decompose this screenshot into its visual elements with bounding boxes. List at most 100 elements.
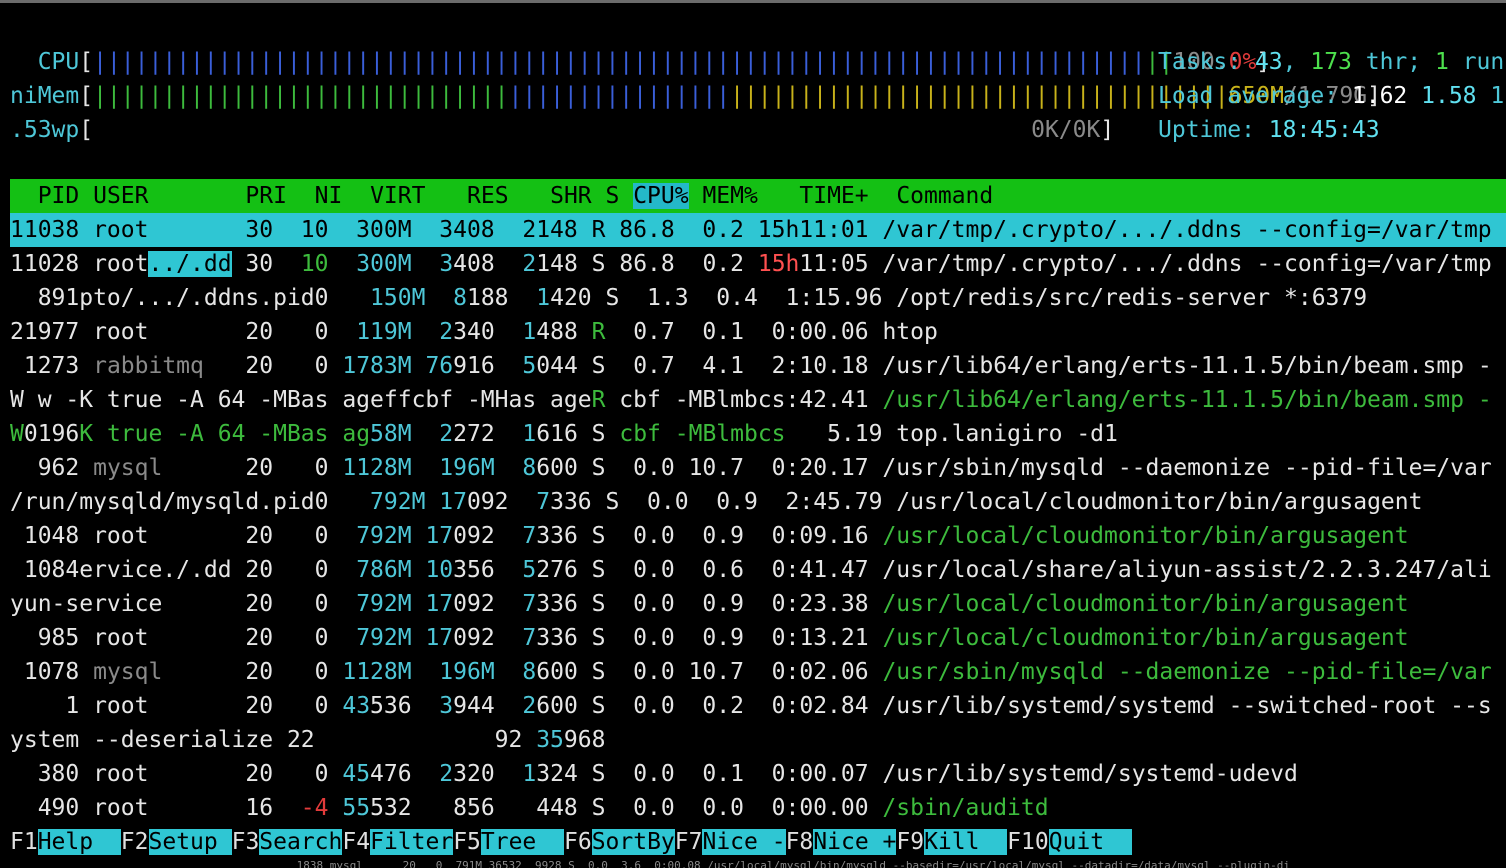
row-cell-text: 188	[466, 285, 537, 311]
fkey-label-f8[interactable]: Nice +	[813, 829, 897, 855]
row-cell-text: 420 S 1.3 0.4 1:15.96 /opt/redis/src/red…	[550, 285, 1368, 311]
row-cell-text: 8	[453, 285, 467, 311]
fkey-label-f9[interactable]: Kill	[924, 829, 1008, 855]
process-row[interactable]: yun-service 20 0 792M 17092 7336 S 0.0 0…	[10, 587, 1409, 621]
row-cell-text: 916	[453, 353, 523, 379]
process-row[interactable]: 11028 root../.dd 30 10 300M 3408 2148 S …	[10, 247, 1492, 281]
row-cell-text: 0.7 0.1 0:00.06 htop	[605, 319, 938, 345]
process-row[interactable]: 985 root 20 0 792M 17092 7336 S 0.0 0.9 …	[10, 621, 1409, 655]
fkey-label-f6[interactable]: SortBy	[591, 829, 675, 855]
fkey-label-f3[interactable]: Search	[259, 829, 343, 855]
process-row[interactable]: W0196K true -A 64 -MBas ag58M 2272 1616 …	[10, 417, 1118, 451]
row-cell-text: 21977 root 20 0	[10, 319, 357, 345]
fkey-f4[interactable]: F4	[342, 829, 371, 855]
row-cell-text: W w -K true -A 64 -MBas ageffcbf -MHas a…	[10, 387, 592, 413]
row-cell-text: 20 0	[162, 659, 343, 685]
col-pid[interactable]: PID	[10, 183, 80, 209]
col-cpu-sorted[interactable]: CPU%	[633, 183, 689, 209]
fkey-label-f7[interactable]: Nice -	[702, 829, 786, 855]
row-cell-text: 58M	[370, 421, 440, 447]
col-shr[interactable]: SHR	[509, 183, 592, 209]
col-pri[interactable]: PRI	[218, 183, 287, 209]
row-cell-text: 380 root 20 0	[10, 761, 343, 787]
mem-bar-cache: ||||||||||||||||||||||||||||||||||||	[730, 83, 1229, 109]
load-label: Load average:	[1158, 83, 1352, 109]
fkey-f1[interactable]: F1	[10, 829, 38, 855]
row-cell-text: 786M	[356, 557, 426, 583]
row-cell-text: 7	[522, 625, 537, 651]
fkey-f8[interactable]: F8	[785, 829, 814, 855]
row-cell-text: 7	[522, 523, 537, 549]
fkey-f6[interactable]: F6	[563, 829, 592, 855]
col-user[interactable]: USER	[79, 183, 217, 209]
fkey-f5[interactable]: F5	[453, 829, 481, 855]
row-cell-text: 1128M	[342, 659, 440, 685]
row-cell-text: /sbin/auditd	[882, 795, 1049, 821]
process-table-header[interactable]: PID USER PRI NI VIRT RES SHR S CPU% MEM%…	[10, 179, 1506, 213]
col-command[interactable]: Command	[882, 183, 993, 209]
row-cell-text: 196M	[439, 455, 523, 481]
row-cell-text: 792M	[356, 523, 426, 549]
col-ni[interactable]: NI	[287, 183, 343, 209]
row-cell-text: 1048 root 20 0	[10, 523, 357, 549]
process-row[interactable]: 21977 root 20 0 119M 2340 1488 R 0.7 0.1…	[10, 315, 938, 349]
process-row[interactable]: 1 root 20 0 43536 3944 2600 S 0.0 0.2 0:…	[10, 689, 1491, 723]
tasks-count: 43	[1254, 49, 1283, 75]
col-res[interactable]: RES	[425, 183, 509, 209]
row-cell-text: 092	[466, 489, 537, 515]
fkey-label-f1[interactable]: Help	[37, 829, 121, 855]
fkey-label-f5[interactable]: Tree	[480, 829, 564, 855]
row-cell-text: 20 0	[162, 455, 343, 481]
uptime: Uptime: 18:45:43	[1158, 113, 1380, 147]
fkey-f10[interactable]: F10	[1007, 829, 1049, 855]
row-cell-text: 044 S 0.7 4.1 2:10.18 /usr/lib64/erlang/…	[536, 353, 1492, 379]
row-cell-text: 20 0	[203, 353, 343, 379]
row-cell-text: 962	[10, 455, 94, 481]
row-cell-text: 600 S 0.0 10.7 0:20.17 /usr/sbin/mysqld …	[536, 455, 1492, 481]
mem-bar-used: ||||||||||||||||||||||||||||||	[93, 83, 509, 109]
fkey-label-f2[interactable]: Setup	[148, 829, 232, 855]
row-cell-text: 985 root 20 0	[10, 625, 357, 651]
fkey-f3[interactable]: F3	[231, 829, 260, 855]
row-cell-text: /usr/local/cloudmonitor/bin/argusagent	[882, 625, 1409, 651]
process-row[interactable]: ystem --deserialize 22 92 35968	[10, 723, 605, 757]
fkey-f7[interactable]: F7	[674, 829, 703, 855]
process-row[interactable]: 962 mysql 20 0 1128M 196M 8600 S 0.0 10.…	[10, 451, 1492, 485]
row-cell-text: 11028 root	[10, 251, 149, 277]
process-row[interactable]: 1078 mysql 20 0 1128M 196M 8600 S 0.0 10…	[10, 655, 1492, 689]
process-row[interactable]: W w -K true -A 64 -MBas ageffcbf -MHas a…	[10, 383, 1492, 417]
row-cell-text: /usr/local/cloudmonitor/bin/argusagent	[882, 523, 1409, 549]
process-row[interactable]: 380 root 20 0 45476 2320 1324 S 0.0 0.1 …	[10, 757, 1298, 791]
row-cell-text: 1	[522, 761, 537, 787]
col-time[interactable]: TIME+	[758, 183, 883, 209]
col-mem[interactable]: MEM%	[689, 183, 757, 209]
process-row[interactable]: 891pto/.../.ddns.pid0 150M 8188 1420 S 1…	[10, 281, 1367, 315]
swap-bracket-close: ]	[1100, 117, 1115, 143]
fkey-label-f4[interactable]: Filter	[370, 829, 454, 855]
threads-label: thr;	[1351, 49, 1435, 75]
threads-count: 173	[1310, 49, 1352, 75]
process-row[interactable]: 1084ervice./.dd 20 0 786M 10356 5276 S 0…	[10, 553, 1492, 587]
process-row[interactable]: 1048 root 20 0 792M 17092 7336 S 0.0 0.9…	[10, 519, 1409, 553]
tasks-label: Tasks:	[1158, 49, 1255, 75]
process-row-selected[interactable]: 11038 root 30 10 300M 3408 2148 R 86.8 0…	[10, 213, 1506, 247]
process-row[interactable]: /run/mysqld/mysqld.pid0 792M 17092 7336 …	[10, 485, 1422, 519]
row-cell-text: 8	[522, 659, 537, 685]
row-cell-text: 17	[425, 591, 454, 617]
row-cell-text: R	[591, 387, 606, 413]
row-cell-text: 76	[425, 353, 454, 379]
process-row[interactable]: 490 root 16 -4 55532 856 448 S 0.0 0.0 0…	[10, 791, 1049, 825]
fkey-f9[interactable]: F9	[896, 829, 925, 855]
row-cell-text: /usr/sbin/mysqld --daemonize --pid-file=…	[882, 659, 1492, 685]
running-label: run	[1448, 49, 1505, 75]
row-cell-text: 1	[536, 285, 551, 311]
col-virt[interactable]: VIRT	[342, 183, 425, 209]
fkey-label-f10[interactable]: Quit	[1048, 829, 1132, 855]
col-state[interactable]: S	[592, 183, 634, 209]
fkey-f2[interactable]: F2	[120, 829, 149, 855]
row-cell-text: 320	[453, 761, 523, 787]
uptime-label: Uptime:	[1158, 117, 1269, 143]
row-cell-text: 2	[439, 319, 454, 345]
process-row[interactable]: 1273 rabbitmq 20 0 1783M 76916 5044 S 0.…	[10, 349, 1492, 383]
row-cell-text: 1783M	[342, 353, 426, 379]
